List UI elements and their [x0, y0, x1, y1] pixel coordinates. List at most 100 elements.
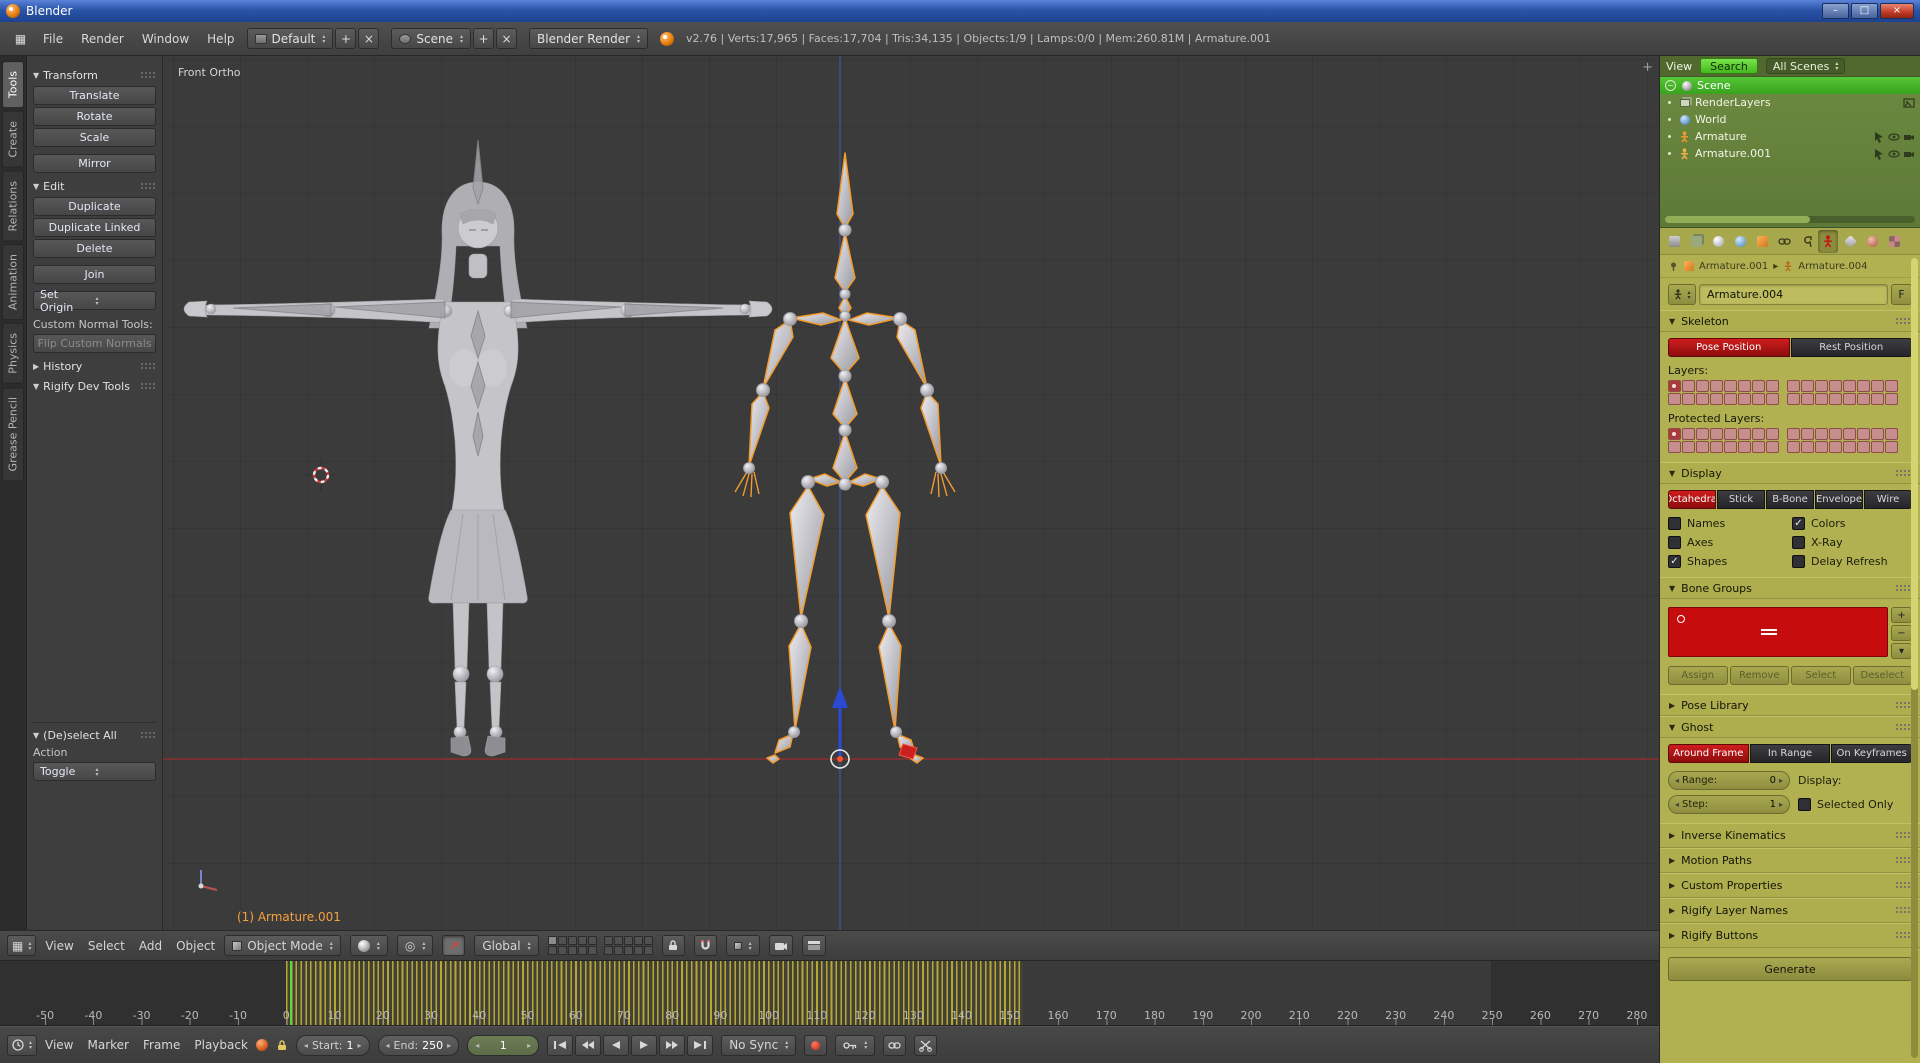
generate-button[interactable]: Generate	[1668, 957, 1912, 981]
keying-set-dropdown[interactable]: ▴▾	[835, 1035, 875, 1056]
layer-toggle[interactable]	[578, 946, 587, 955]
layer-toggle[interactable]	[1766, 428, 1779, 440]
layer-toggle[interactable]	[558, 936, 567, 945]
tab-grease-pencil[interactable]: Grease Pencil	[2, 387, 24, 481]
layer-toggle[interactable]	[568, 946, 577, 955]
colors-checkbox[interactable]: ✓Colors	[1792, 517, 1912, 530]
layer-toggle[interactable]	[1857, 393, 1870, 405]
names-checkbox[interactable]: Names	[1668, 517, 1788, 530]
pivot-point-dropdown[interactable]: ◎ ▴▾	[397, 935, 434, 956]
layer-toggle[interactable]	[1738, 380, 1751, 392]
render-engine-selector[interactable]: Blender Render ▴▾	[529, 28, 648, 49]
layer-toggle[interactable]	[1843, 428, 1856, 440]
layer-toggle[interactable]	[1696, 380, 1709, 392]
set-origin-dropdown[interactable]: Set Origin▴▾	[33, 291, 156, 310]
armature-name-field[interactable]: Armature.004	[1699, 284, 1888, 305]
menu-file[interactable]: File	[43, 32, 63, 46]
join-button[interactable]: Join	[33, 265, 156, 284]
layer-toggle[interactable]	[1668, 393, 1681, 405]
pose-position-button[interactable]: Pose Position	[1668, 338, 1790, 357]
layer-toggle[interactable]	[1885, 393, 1898, 405]
tab-texture[interactable]	[1884, 230, 1904, 253]
ghost-range-stepper[interactable]: ◂ Range: 0 ▸	[1668, 771, 1790, 790]
tab-material[interactable]	[1862, 230, 1882, 253]
info-editor-icon[interactable]: ▦	[10, 28, 31, 49]
visibility-eye-icon[interactable]	[1888, 148, 1900, 160]
layer-toggle[interactable]	[1738, 428, 1751, 440]
mirror-button[interactable]: Mirror	[33, 154, 156, 173]
panel-header-pose-library[interactable]: ▶Pose Library	[1660, 694, 1920, 716]
layer-toggle[interactable]	[1668, 441, 1681, 453]
duplicate-linked-button[interactable]: Duplicate Linked	[33, 218, 156, 237]
layer-toggle[interactable]	[1801, 393, 1814, 405]
menu-playback[interactable]: Playback	[194, 1038, 248, 1052]
layer-toggle[interactable]	[548, 936, 557, 945]
close-button[interactable]: ×	[1880, 3, 1914, 19]
layer-toggle[interactable]	[1710, 441, 1723, 453]
collapsed-panel-header[interactable]: ▶ Custom Properties	[1660, 873, 1920, 898]
remove-button[interactable]: Remove	[1730, 666, 1790, 685]
increment-icon[interactable]: ▸	[447, 1041, 451, 1050]
increment-icon[interactable]: ▸	[527, 1041, 531, 1050]
ghost-on-keyframes-button[interactable]: On Keyframes	[1831, 744, 1912, 763]
tab-create[interactable]: Create	[2, 111, 24, 168]
layer-toggle[interactable]	[1668, 428, 1681, 440]
layer-toggle[interactable]	[1752, 441, 1765, 453]
delete-button[interactable]: Delete	[33, 239, 156, 258]
select-button[interactable]: Select	[1791, 666, 1851, 685]
layer-toggle[interactable]	[1682, 428, 1695, 440]
menu-view[interactable]: View	[45, 939, 73, 953]
axes-checkbox[interactable]: Axes	[1668, 536, 1788, 549]
layer-toggle[interactable]	[1752, 428, 1765, 440]
breadcrumb-object[interactable]: Armature.001	[1699, 261, 1768, 272]
image-icon[interactable]	[1903, 97, 1915, 109]
add-group-button[interactable]: +	[1891, 607, 1912, 623]
screen-layout-selector[interactable]: Default ▴▾	[247, 28, 334, 49]
ghost-around-frame-button[interactable]: Around Frame	[1668, 744, 1749, 763]
breadcrumb-data[interactable]: Armature.004	[1798, 261, 1867, 272]
timeline-editor[interactable]: -50-40-30-20-100102030405060708090100110…	[0, 961, 1659, 1026]
collapsed-panel-header[interactable]: ▶ Motion Paths	[1660, 848, 1920, 873]
deselect-button[interactable]: Deselect	[1853, 666, 1913, 685]
tab-render[interactable]	[1664, 230, 1684, 253]
layer-toggle[interactable]	[1766, 393, 1779, 405]
pin-icon[interactable]	[1668, 261, 1679, 272]
layer-toggle[interactable]	[1710, 428, 1723, 440]
tab-render-layers[interactable]	[1686, 230, 1706, 253]
decrement-icon[interactable]: ◂	[304, 1041, 308, 1050]
collapsed-panel-header[interactable]: ▶ Rigify Layer Names	[1660, 898, 1920, 923]
panel-header-display[interactable]: ▼Display	[1660, 462, 1920, 484]
layer-toggle[interactable]	[1857, 380, 1870, 392]
layer-toggle[interactable]	[1724, 441, 1737, 453]
insert-keyframe-button[interactable]	[883, 1035, 906, 1056]
layer-toggle[interactable]	[1885, 380, 1898, 392]
panel-header-transform[interactable]: ▼Transform	[33, 69, 156, 82]
layer-toggle[interactable]	[1696, 428, 1709, 440]
layer-toggle[interactable]	[1766, 441, 1779, 453]
panel-header-deselect-all[interactable]: ▼(De)select All	[33, 729, 156, 742]
layer-toggle[interactable]	[1885, 441, 1898, 453]
minimize-button[interactable]: –	[1822, 3, 1849, 19]
maximize-button[interactable]: □	[1851, 3, 1878, 19]
menu-frame[interactable]: Frame	[143, 1038, 180, 1052]
auto-keyframe-button[interactable]	[804, 1035, 827, 1056]
layer-toggle[interactable]	[588, 946, 597, 955]
lock-icon[interactable]	[276, 1039, 288, 1052]
layer-toggle[interactable]	[1738, 393, 1751, 405]
layer-toggle[interactable]	[1682, 441, 1695, 453]
tab-relations[interactable]: Relations	[2, 171, 24, 242]
tab-tools[interactable]: Tools	[2, 61, 24, 108]
display-mode-wire[interactable]: Wire	[1864, 490, 1912, 509]
properties-scrollbar[interactable]	[1911, 258, 1918, 1058]
panel-header-skeleton[interactable]: ▼Skeleton	[1660, 310, 1920, 332]
decrement-icon[interactable]: ◂	[1675, 776, 1679, 785]
layer-toggle[interactable]	[1752, 380, 1765, 392]
layer-toggle[interactable]	[634, 936, 643, 945]
display-mode-envelope[interactable]: Envelope	[1815, 490, 1863, 509]
translate-button[interactable]: Translate	[33, 86, 156, 105]
renderability-camera-icon[interactable]	[1903, 131, 1915, 143]
layer-toggle[interactable]	[558, 946, 567, 955]
decrement-icon[interactable]: ◂	[1675, 800, 1679, 809]
bone-groups-list[interactable]	[1668, 607, 1888, 657]
outliner-search-button[interactable]: Search	[1700, 58, 1758, 74]
